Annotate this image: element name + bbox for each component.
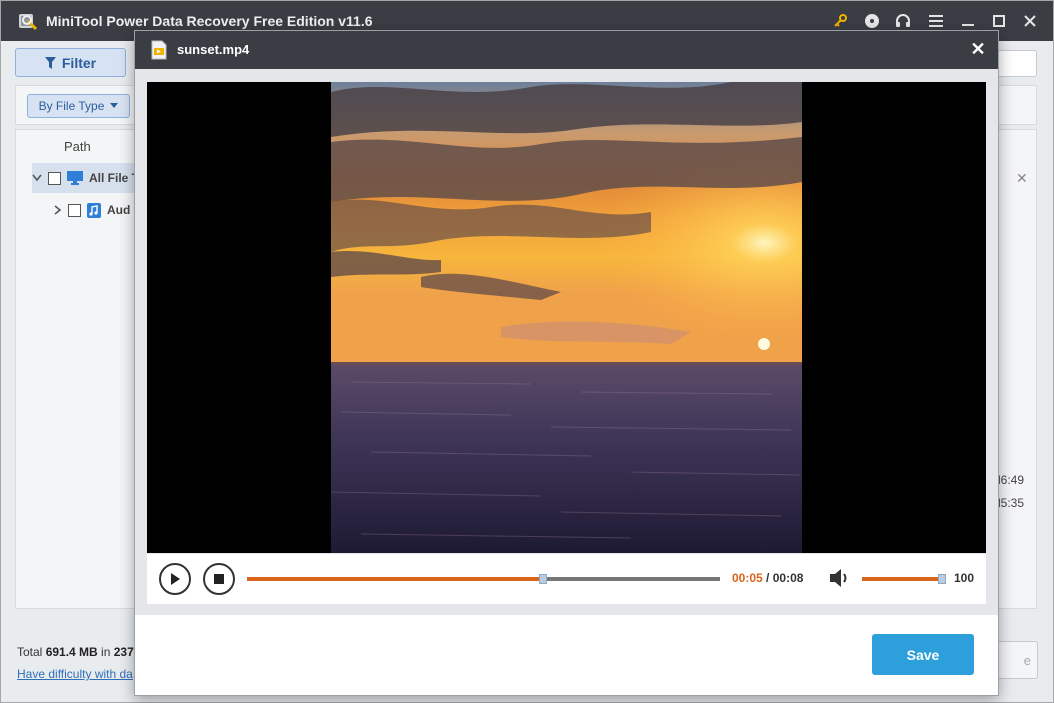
play-button[interactable] — [159, 563, 191, 595]
help-link[interactable]: Have difficulty with da — [17, 667, 133, 681]
dialog-close-icon[interactable]: ✕ — [968, 39, 988, 59]
player-controls: 00:05 / 00:08 100 — [147, 554, 986, 604]
tree-checkbox[interactable] — [68, 203, 81, 217]
seek-bar-handle[interactable] — [538, 574, 547, 584]
app-logo-icon — [19, 14, 38, 31]
funnel-icon — [44, 56, 56, 69]
time-separator: / — [762, 571, 773, 585]
seek-bar[interactable] — [247, 574, 720, 584]
volume-value: 100 — [954, 571, 975, 585]
total-count: 237 — [113, 645, 134, 659]
current-time: 00:05 — [732, 571, 763, 585]
total-summary: Total 691.4 MB in 237 — [17, 645, 134, 659]
time-fragment: l5:35 — [998, 496, 1025, 510]
volume-icon[interactable] — [828, 567, 852, 589]
filter-label: Filter — [61, 54, 97, 71]
footer-button[interactable]: e — [996, 641, 1038, 679]
player-area: 00:05 / 00:08 100 — [135, 69, 998, 615]
dialog-titlebar: sunset.mp4 ✕ — [135, 31, 998, 69]
path-column-header: Path — [64, 139, 91, 154]
close-icon[interactable] — [1018, 9, 1042, 33]
play-icon — [171, 573, 180, 585]
tree-item-audio[interactable]: Aud — [54, 195, 130, 225]
stop-button[interactable] — [203, 563, 235, 595]
by-file-type-label: By File Type — [38, 99, 105, 113]
preview-dialog: sunset.mp4 ✕ 00:05 / 00:08 100 Save — [134, 30, 999, 696]
sunset-video-frame — [331, 82, 802, 553]
volume-slider[interactable] — [862, 574, 946, 584]
tree-item-all-file-types[interactable]: All File T — [32, 163, 150, 193]
tree-item-label: All File T — [89, 171, 140, 185]
time-fragment: l6:49 — [998, 473, 1025, 487]
total-size: 691.4 MB — [45, 645, 98, 659]
video-viewport[interactable] — [147, 82, 986, 553]
stop-icon — [214, 574, 224, 584]
save-button[interactable]: Save — [872, 634, 974, 675]
seek-bar-fill — [247, 577, 543, 581]
total-time: 00:08 — [772, 571, 804, 585]
audio-file-icon — [87, 202, 101, 218]
volume-slider-handle[interactable] — [938, 574, 946, 584]
volume-slider-fill — [862, 577, 942, 581]
dialog-title: sunset.mp4 — [177, 42, 250, 57]
chevron-down-icon — [110, 103, 119, 108]
chevron-right-icon[interactable] — [54, 205, 62, 215]
total-prefix: Total — [17, 645, 46, 659]
by-file-type-dropdown[interactable]: By File Type — [27, 94, 130, 118]
tree-checkbox[interactable] — [48, 171, 61, 185]
close-panel-icon[interactable]: ✕ — [1016, 170, 1028, 187]
chevron-down-icon[interactable] — [32, 174, 42, 182]
video-file-icon — [151, 40, 167, 60]
tree-item-label: Aud — [107, 203, 131, 217]
footer-button-label: e — [1023, 652, 1031, 668]
playback-time: 00:05 / 00:08 — [732, 571, 803, 585]
search-input[interactable] — [997, 50, 1037, 77]
monitor-icon — [67, 171, 83, 185]
app-title: MiniTool Power Data Recovery Free Editio… — [46, 13, 373, 29]
total-mid: in — [97, 645, 114, 659]
filter-button[interactable]: Filter — [15, 48, 126, 77]
